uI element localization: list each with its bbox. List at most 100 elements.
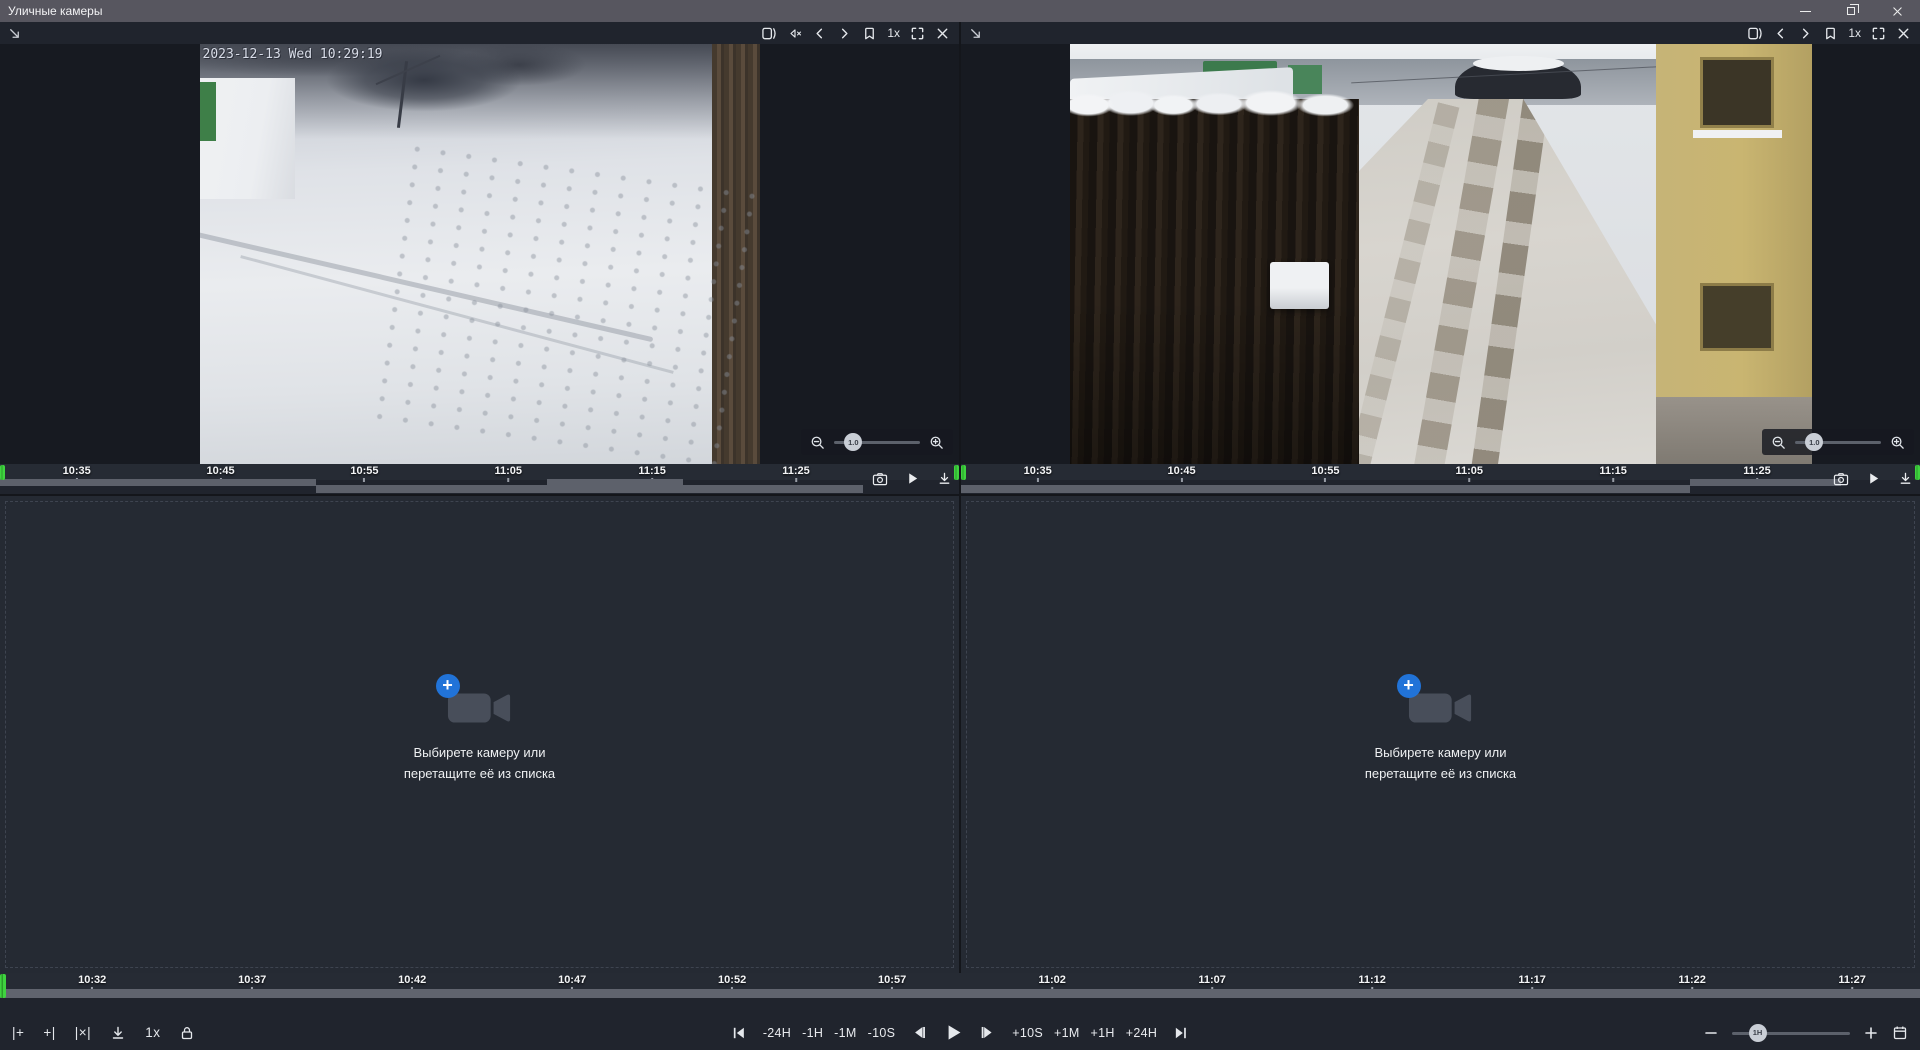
minimize-button[interactable] — [1782, 0, 1828, 22]
zoom-in-button[interactable] — [1890, 435, 1905, 450]
timeline-scale[interactable]: 10:3510:4510:5511:0511:1511:25 — [0, 464, 959, 480]
zoom-slider[interactable]: 1.0 — [1795, 433, 1881, 451]
global-speed-label[interactable]: 1x — [145, 1025, 160, 1040]
close-camera-button[interactable] — [1894, 24, 1913, 43]
timeline-tick-label: 10:45 — [206, 465, 234, 477]
restore-button[interactable] — [1828, 0, 1874, 22]
aspect-panel-button[interactable] — [1746, 24, 1765, 43]
recording-segment[interactable] — [316, 485, 863, 493]
calendar-icon — [1892, 1025, 1908, 1041]
recording-segment[interactable] — [1690, 479, 1842, 486]
fullscreen-button[interactable] — [1869, 24, 1888, 43]
timeline-tick-label: 11:15 — [1599, 465, 1627, 477]
timeline-tick-label: 10:35 — [1024, 465, 1052, 477]
global-timeline-scale[interactable]: 10:3210:3710:4210:4710:5210:5711:0211:07… — [0, 973, 1920, 989]
timeline-range-slider[interactable]: 1H — [1732, 1024, 1850, 1042]
skip-end-button[interactable] — [1173, 1025, 1189, 1041]
camera-drop-zone[interactable]: + Выбирете камеру или перетащите её из с… — [966, 501, 1915, 968]
panel-header: 1x — [0, 22, 959, 44]
snapshot-button[interactable] — [1833, 472, 1849, 486]
timeline-start-marker[interactable] — [961, 465, 966, 480]
marker-out-button[interactable]: +| — [43, 1025, 55, 1040]
panel-speed-label[interactable]: 1x — [1846, 26, 1863, 40]
camera-panel-top-right: 1x — [961, 22, 1920, 494]
bookmark-icon — [1823, 26, 1838, 41]
play-button[interactable] — [1866, 471, 1881, 486]
next-camera-button[interactable] — [1796, 24, 1815, 43]
close-window-button[interactable] — [1874, 0, 1920, 22]
zoom-out-button[interactable] — [1771, 435, 1786, 450]
timeline-tick-label: 10:57 — [878, 974, 906, 986]
bookmark-button[interactable] — [860, 24, 879, 43]
camera-timeline[interactable]: 10:3510:4510:5511:0511:1511:25 — [961, 464, 1920, 494]
timeline-tick-mark — [1324, 478, 1326, 482]
fullscreen-icon — [910, 26, 925, 41]
next-camera-button[interactable] — [835, 24, 854, 43]
timeline-tick: 11:25 — [782, 465, 810, 482]
range-slider-knob[interactable]: 1H — [1749, 1024, 1767, 1042]
timeline-start-marker[interactable] — [0, 465, 5, 480]
step-forward-button[interactable] — [979, 1024, 996, 1041]
play-pause-button[interactable] — [944, 1023, 963, 1042]
timeline-actions — [1833, 471, 1913, 486]
aspect-panel-button[interactable] — [760, 24, 779, 43]
timeline-end-marker[interactable] — [1915, 465, 1920, 480]
zoom-slider-knob[interactable]: 1.0 — [1805, 433, 1823, 451]
skip-start-button[interactable] — [731, 1025, 747, 1041]
jump-forward-button[interactable]: +1M — [1054, 1026, 1080, 1040]
timeline-zoom-out-button[interactable] — [1703, 1025, 1719, 1041]
camera-placeholder[interactable]: + — [447, 685, 513, 731]
camera-placeholder[interactable]: + — [1408, 685, 1474, 731]
add-camera-button[interactable]: + — [1397, 674, 1421, 698]
global-playhead-marker[interactable] — [0, 974, 6, 998]
recording-segment[interactable] — [961, 485, 1690, 493]
step-back-button[interactable] — [911, 1024, 928, 1041]
expand-panel-button[interactable] — [968, 26, 983, 41]
play-button[interactable] — [905, 471, 920, 486]
audio-muted-button[interactable] — [785, 24, 804, 43]
zoom-slider[interactable]: 1.0 — [834, 433, 920, 451]
download-button[interactable] — [1898, 471, 1913, 486]
camera-panel-bottom-right[interactable]: + Выбирете камеру или перетащите её из с… — [961, 496, 1920, 973]
download-button[interactable] — [937, 471, 952, 486]
jump-back-button[interactable]: -1H — [802, 1026, 823, 1040]
zoom-out-button[interactable] — [810, 435, 825, 450]
fullscreen-button[interactable] — [908, 24, 927, 43]
zoom-in-button[interactable] — [929, 435, 944, 450]
video-area[interactable]: 2023-12-13 Wed 10:29:19 1.0 — [0, 44, 959, 464]
export-download-button[interactable] — [110, 1025, 126, 1041]
global-recording-track[interactable] — [0, 989, 1920, 998]
marker-clear-button[interactable]: |×| — [75, 1025, 91, 1040]
jump-forward-button[interactable]: +24H — [1126, 1026, 1157, 1040]
global-timeline[interactable]: 10:3210:3710:4210:4710:5210:5711:0211:07… — [0, 973, 1920, 999]
aspect-panel-icon — [1747, 26, 1764, 41]
add-camera-button[interactable]: + — [436, 674, 460, 698]
jump-forward-button[interactable]: +10S — [1012, 1026, 1043, 1040]
lock-button[interactable] — [179, 1025, 195, 1041]
video-area[interactable]: 1.0 — [961, 44, 1920, 464]
camera-timeline[interactable]: 10:3510:4510:5511:0511:1511:25 — [0, 464, 959, 494]
timeline-tick-label: 11:25 — [782, 465, 810, 477]
zoom-slider-knob[interactable]: 1.0 — [844, 433, 862, 451]
snapshot-button[interactable] — [872, 472, 888, 486]
jump-forward-button[interactable]: +1H — [1091, 1026, 1115, 1040]
prev-camera-button[interactable] — [810, 24, 829, 43]
camera-panel-bottom-left[interactable]: + Выбирете камеру или перетащите её из с… — [0, 496, 959, 973]
jump-back-button[interactable]: -24H — [763, 1026, 791, 1040]
timeline-scale[interactable]: 10:3510:4510:5511:0511:1511:25 — [961, 464, 1920, 480]
marker-in-button[interactable]: |+ — [12, 1025, 24, 1040]
calendar-button[interactable] — [1892, 1025, 1908, 1041]
zoom-in-icon — [929, 435, 944, 450]
close-camera-button[interactable] — [933, 24, 952, 43]
timeline-tick: 11:05 — [495, 465, 523, 482]
jump-back-button[interactable]: -10S — [868, 1026, 896, 1040]
prev-camera-button[interactable] — [1771, 24, 1790, 43]
jump-back-button[interactable]: -1M — [834, 1026, 856, 1040]
timeline-zoom-in-button[interactable] — [1863, 1025, 1879, 1041]
expand-panel-button[interactable] — [7, 26, 22, 41]
bookmark-button[interactable] — [1821, 24, 1840, 43]
camera-drop-zone[interactable]: + Выбирете камеру или перетащите её из с… — [5, 501, 954, 968]
timeline-end-marker[interactable] — [954, 465, 959, 480]
panel-speed-label[interactable]: 1x — [885, 26, 902, 40]
recording-segment[interactable] — [0, 479, 316, 486]
